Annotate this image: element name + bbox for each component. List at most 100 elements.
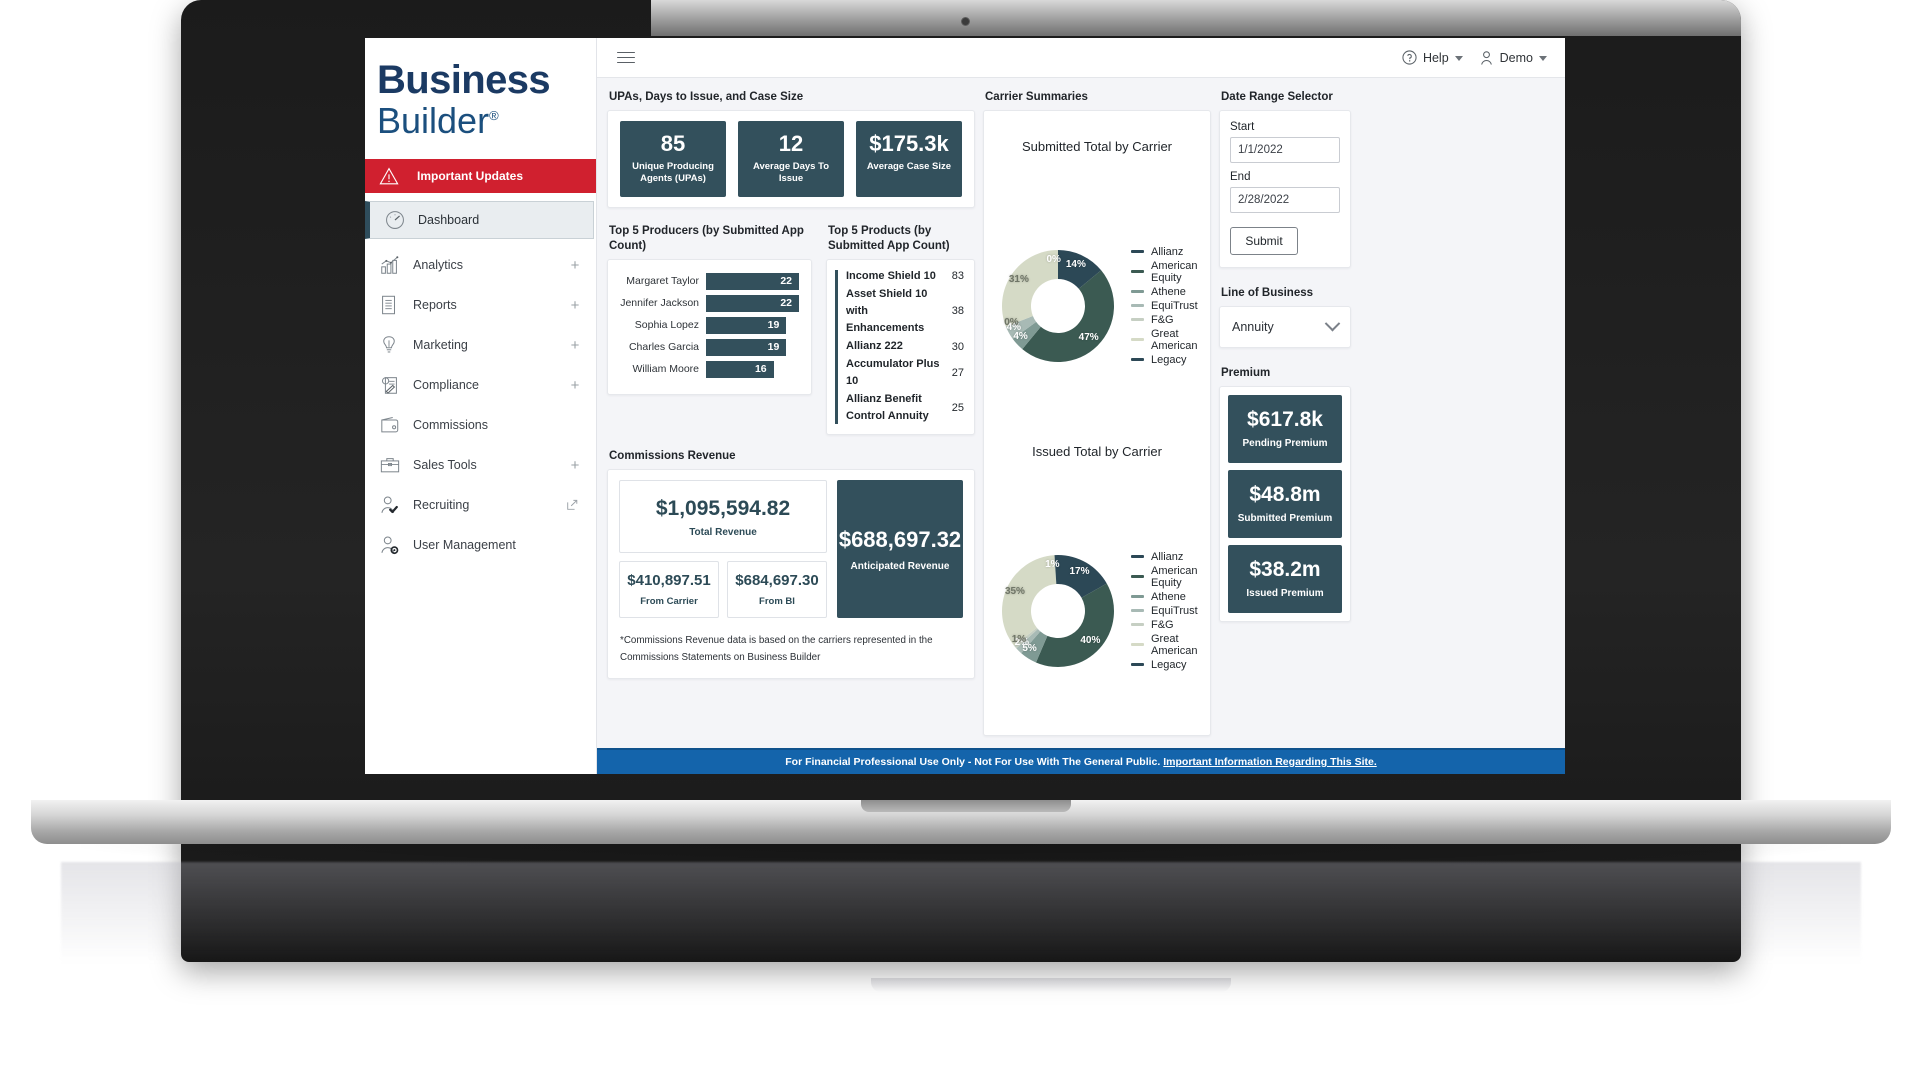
legend-item[interactable]: Legacy (1131, 354, 1204, 366)
kpi-avg-case-size: $175.3k Average Case Size (856, 120, 962, 197)
producers-column: Top 5 Producers (by Submitted App Count)… (607, 222, 812, 435)
legend-swatch (1131, 270, 1144, 274)
main-column: Help Demo UPAs, Days to Issue, and Case … (597, 38, 1565, 774)
upas-section-title: UPAs, Days to Issue, and Case Size (609, 91, 804, 103)
kpi-value: $175.3k (869, 130, 949, 156)
end-date-label: End (1230, 170, 1251, 183)
sidebar-item-compliance[interactable]: Compliance + (365, 365, 596, 405)
sidebar-item-user-management[interactable]: User Management (365, 525, 596, 565)
sidebar-item-reports[interactable]: Reports + (365, 285, 596, 325)
producer-bar-value: 22 (706, 272, 799, 290)
legend-item[interactable]: F&G (1131, 619, 1204, 631)
premium-title: Premium (1221, 366, 1271, 379)
webcam-icon (961, 17, 970, 26)
left-column: UPAs, Days to Issue, and Case Size 85 Un… (607, 88, 975, 748)
legend-swatch (1131, 318, 1144, 322)
donut-slice (1035, 583, 1114, 667)
chevron-down-icon (1324, 316, 1341, 332)
logo-line-1: Business (377, 58, 551, 102)
user-avatar-icon (1479, 50, 1494, 66)
bar-chart-icon (379, 254, 413, 276)
legend-item[interactable]: Athene (1131, 591, 1204, 603)
producer-bar-track: 19 (706, 338, 799, 356)
line-of-business-select[interactable]: Annuity (1220, 307, 1350, 347)
sidebar-item-label: Sales Tools (413, 458, 477, 473)
pending-premium-box: $617.8k Pending Premium (1228, 394, 1342, 463)
commissions-section: Commissions Revenue $1,095,594.82 Total … (607, 449, 975, 680)
legend-swatch (1131, 609, 1144, 613)
donut-percent-label: 17% (1069, 565, 1090, 577)
expand-plus-icon[interactable]: + (566, 457, 584, 474)
legend-item[interactable]: Great American (1131, 328, 1204, 352)
product-row: Accumulator Plus 10 27 (846, 356, 964, 390)
legend-item[interactable]: EquiTrust (1131, 605, 1204, 617)
sidebar-item-marketing[interactable]: Marketing + (365, 325, 596, 365)
expand-plus-icon[interactable]: + (566, 257, 584, 274)
sidebar-item-dashboard[interactable]: Dashboard (365, 201, 594, 240)
sidebar-item-label: Important Updates (417, 169, 524, 184)
sidebar-item-label: Compliance (413, 378, 480, 393)
donut-percent-label: 40% (1080, 635, 1101, 647)
expand-plus-icon[interactable]: + (566, 337, 584, 354)
legend-item[interactable]: American Equity (1131, 260, 1204, 284)
from-bi-box: $684,697.30 From BI (727, 561, 827, 618)
start-date-input[interactable] (1230, 136, 1340, 163)
sidebar-item-commissions[interactable]: Commissions (365, 405, 596, 445)
legend-item[interactable]: Athene (1131, 286, 1204, 298)
accent-bar (835, 269, 838, 425)
producers-bar-chart: Margaret Taylor 22 Jennifer Jackson 22 Sophi… (608, 260, 811, 394)
donut-percent-label: 0% (1046, 254, 1061, 266)
legend-item[interactable]: Allianz (1131, 246, 1204, 258)
producer-bar-track: 16 (706, 360, 799, 378)
end-date-input[interactable] (1230, 186, 1340, 213)
legend-item[interactable]: Legacy (1131, 659, 1204, 671)
anticipated-revenue-box: $688,697.32 Anticipated Revenue (837, 480, 963, 618)
app-logo: Business Builder® (365, 38, 596, 159)
date-range-card: Start End Submit (1219, 109, 1351, 268)
expand-plus-icon[interactable]: + (566, 297, 584, 314)
logo-line-2: Builder® (373, 100, 596, 141)
premium-value: $617.8k (1247, 407, 1323, 431)
product-count: 38 (951, 305, 964, 318)
legend-swatch (1131, 304, 1144, 308)
legend-swatch (1131, 643, 1144, 647)
user-menu[interactable]: Demo (1479, 50, 1547, 66)
issued-chart-legend: Allianz American Equity Athene EquiTrust F&G… (1125, 506, 1204, 716)
line-of-business-title: Line of Business (1221, 286, 1314, 299)
external-link-icon[interactable] (566, 499, 584, 511)
registered-mark: ® (489, 108, 499, 123)
issued-premium-box: $38.2m Issued Premium (1228, 544, 1342, 613)
sidebar-item-label: Recruiting (413, 498, 470, 513)
legend-swatch (1131, 338, 1144, 342)
producer-bar-value: 16 (706, 360, 774, 378)
products-card: Income Shield 10 83 Asset Shield 10 with E… (826, 258, 975, 436)
kpi-label: Unique Producing Agents (UPAs) (632, 161, 714, 185)
legend-swatch (1131, 575, 1144, 579)
sidebar-item-important-updates[interactable]: Important Updates (365, 159, 596, 194)
help-menu[interactable]: Help (1402, 50, 1463, 65)
top-bar: Help Demo (597, 38, 1565, 78)
commissions-footnote: *Commissions Revenue data is based on th… (620, 634, 933, 664)
submitted-donut-area: 14% 47% 4% 4% 0% 31% 0% Allianz American Equity… (990, 201, 1204, 411)
kpi-value: 85 (660, 130, 686, 156)
legend-item[interactable]: F&G (1131, 314, 1204, 326)
expand-plus-icon[interactable]: + (566, 377, 584, 394)
footer-link[interactable]: Important Information Regarding This Sit… (1163, 756, 1377, 768)
legend-label: Great American (1151, 632, 1198, 657)
footer-text: For Financial Professional Use Only - No… (785, 756, 1161, 768)
submit-button[interactable]: Submit (1230, 226, 1298, 255)
product-name: Allianz 222 (846, 340, 903, 353)
donut-percent-label: 0% (1004, 316, 1019, 328)
legend-item[interactable]: EquiTrust (1131, 300, 1204, 312)
product-row: Allianz Benefit Control Annuity 25 (846, 391, 964, 425)
submitted-chart-title: Submitted Total by Carrier (1021, 138, 1173, 154)
sidebar-item-recruiting[interactable]: Recruiting (365, 485, 596, 525)
legend-item[interactable]: Great American (1131, 633, 1204, 657)
sidebar-item-sales-tools[interactable]: Sales Tools + (365, 445, 596, 485)
legend-item[interactable]: Allianz (1131, 551, 1204, 563)
issued-donut-area: 17% 40% 5% 2% 1% 35% 1% Allianz American Equity… (990, 506, 1204, 716)
legend-item[interactable]: American Equity (1131, 565, 1204, 589)
hamburger-menu-icon[interactable] (617, 48, 635, 67)
sidebar-item-analytics[interactable]: Analytics + (365, 245, 596, 285)
